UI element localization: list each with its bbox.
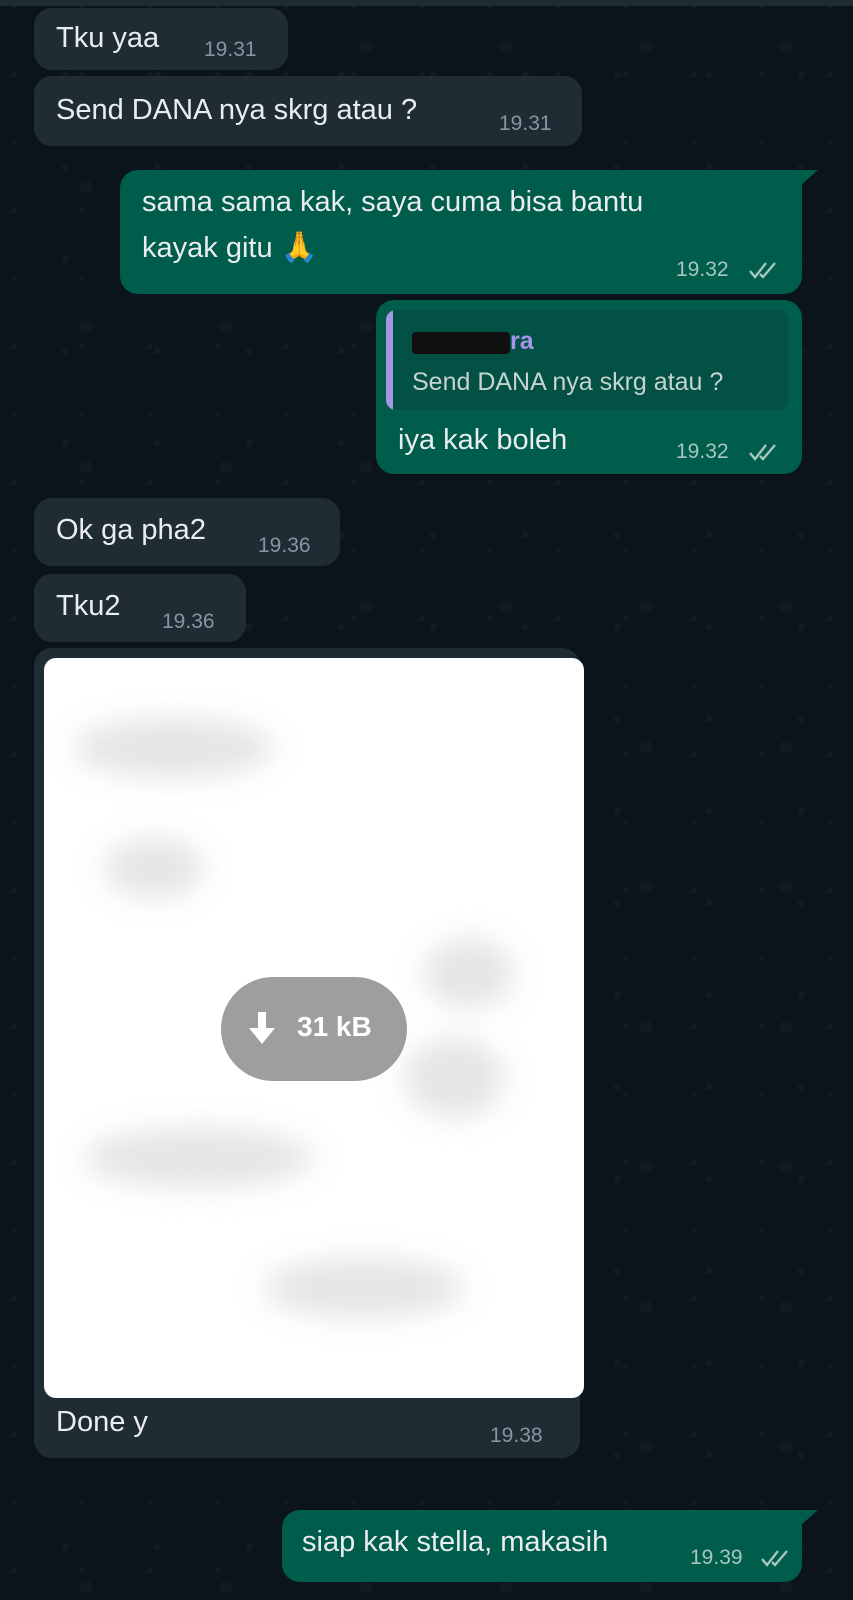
image-caption: Done y — [56, 1406, 148, 1438]
blur-shape — [84, 1128, 314, 1188]
message-text-line-1: sama sama kak, saya cuma bisa bantu — [142, 186, 644, 218]
message-bubble-incoming[interactable]: Send DANA nya skrg atau ? 19.31 — [34, 76, 582, 146]
blurred-image-preview[interactable]: 31 kB — [44, 658, 584, 1398]
message-time: 19.31 — [204, 38, 257, 61]
double-check-read-icon — [749, 262, 776, 279]
message-bubble-outgoing-reply[interactable]: ra Send DANA nya skrg atau ? iya kak bol… — [376, 300, 802, 474]
bubble-tail — [800, 170, 818, 186]
blur-shape — [264, 1258, 464, 1318]
message-time: 19.32 — [676, 258, 729, 281]
praying-hands-emoji: 🙏 — [280, 231, 318, 264]
blur-shape — [404, 1038, 504, 1118]
message-bubble-outgoing[interactable]: sama sama kak, saya cuma bisa bantu kaya… — [120, 170, 802, 294]
file-size-label: 31 kB — [297, 1011, 372, 1042]
message-text: Tku yaa — [56, 22, 160, 54]
blur-shape — [104, 838, 204, 898]
message-bubble-outgoing[interactable]: siap kak stella, makasih 19.39 — [282, 1510, 802, 1582]
message-bubble-incoming[interactable]: Tku2 19.36 — [34, 574, 246, 642]
quoted-sender-name: ra — [510, 327, 534, 355]
top-divider — [0, 0, 853, 6]
redacted-sender-name — [412, 332, 510, 354]
blur-shape — [424, 938, 514, 1008]
message-bubble-incoming[interactable]: Tku yaa 19.31 — [34, 8, 288, 70]
download-icon — [249, 1012, 275, 1044]
message-text: iya kak boleh — [398, 424, 568, 456]
message-time: 19.31 — [499, 112, 552, 135]
bubble-tail — [800, 1510, 818, 1526]
message-text-line-2: kayak gitu 🙏 — [142, 226, 318, 270]
message-time: 19.36 — [162, 610, 215, 633]
message-time: 19.36 — [258, 534, 311, 557]
message-time: 19.32 — [676, 440, 729, 463]
message-time: 19.38 — [490, 1424, 543, 1447]
message-text-line-2-words: kayak gitu — [142, 232, 273, 264]
message-text: Send DANA nya skrg atau ? — [56, 94, 418, 126]
message-bubble-image[interactable]: 31 kB Done y 19.38 — [34, 648, 584, 1458]
quoted-message[interactable]: ra Send DANA nya skrg atau ? — [386, 310, 788, 410]
double-check-read-icon — [749, 444, 776, 461]
blur-shape — [74, 718, 274, 778]
message-bubble-incoming[interactable]: Ok ga pha2 19.36 — [34, 498, 340, 566]
quoted-text: Send DANA nya skrg atau ? — [412, 368, 724, 396]
double-check-read-icon — [761, 1550, 788, 1567]
quote-accent-bar — [386, 310, 393, 410]
message-text: Ok ga pha2 — [56, 514, 206, 546]
download-button[interactable]: 31 kB — [221, 977, 407, 1081]
message-text: Tku2 — [56, 590, 121, 622]
message-text: siap kak stella, makasih — [302, 1526, 609, 1558]
message-time: 19.39 — [690, 1546, 743, 1569]
chat-window: Tku yaa 19.31 Send DANA nya skrg atau ? … — [0, 0, 853, 1600]
